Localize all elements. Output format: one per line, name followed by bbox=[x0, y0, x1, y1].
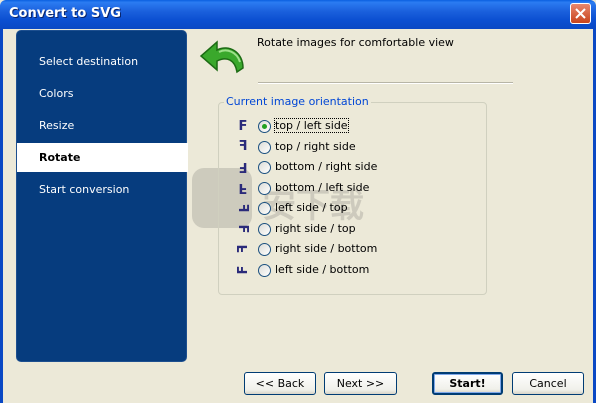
window-title: Convert to SVG bbox=[9, 6, 121, 21]
orientation-radio[interactable] bbox=[258, 120, 271, 133]
sidebar-item-select-destination[interactable]: Select destination bbox=[17, 47, 188, 76]
back-button-label: << Back bbox=[255, 377, 305, 390]
sidebar-item-colors[interactable]: Colors bbox=[17, 79, 188, 108]
orientation-radio-label[interactable]: top / left side bbox=[274, 118, 349, 133]
orientation-glyph-icon: F bbox=[238, 159, 248, 175]
orientation-glyph-icon: F bbox=[238, 180, 248, 195]
header-text: Rotate images for comfortable view bbox=[257, 36, 454, 49]
orientation-glyph-icon: F bbox=[235, 244, 251, 254]
next-button[interactable]: Next >> bbox=[324, 372, 397, 395]
cancel-button[interactable]: Cancel bbox=[512, 372, 584, 395]
header-divider bbox=[258, 82, 513, 84]
green-rotate-arrow-icon bbox=[199, 40, 244, 74]
orientation-glyph-icon: F bbox=[238, 118, 248, 134]
orientation-radio-label[interactable]: right side / top bbox=[275, 222, 356, 235]
orientation-radio[interactable] bbox=[258, 222, 271, 236]
sidebar-item-label: Start conversion bbox=[39, 183, 130, 196]
orientation-glyph-icon: F bbox=[235, 265, 251, 274]
orientation-radio[interactable] bbox=[258, 140, 271, 154]
back-button[interactable]: << Back bbox=[244, 372, 316, 395]
sidebar-item-label: Rotate bbox=[39, 151, 81, 164]
sidebar: Select destination Colors Resize Rotate … bbox=[16, 30, 188, 362]
sidebar-item-resize[interactable]: Resize bbox=[17, 111, 188, 140]
sidebar-item-start-conversion[interactable]: Start conversion bbox=[17, 175, 188, 204]
orientation-radio[interactable] bbox=[258, 243, 271, 256]
orientation-radio[interactable] bbox=[258, 181, 271, 195]
next-button-label: Next >> bbox=[336, 377, 385, 390]
close-icon bbox=[575, 8, 586, 19]
orientation-radio-label[interactable]: left side / bottom bbox=[275, 263, 369, 276]
sidebar-item-label: Resize bbox=[39, 119, 75, 132]
orientation-radio[interactable] bbox=[258, 263, 271, 277]
sidebar-item-label: Select destination bbox=[39, 55, 139, 68]
start-button-label: Start! bbox=[449, 377, 486, 390]
orientation-radio-label[interactable]: top / right side bbox=[275, 140, 356, 153]
sidebar-item-label: Colors bbox=[39, 87, 74, 100]
orientation-radio[interactable] bbox=[258, 202, 271, 215]
cancel-button-label: Cancel bbox=[529, 377, 567, 390]
orientation-radio[interactable] bbox=[258, 161, 271, 174]
orientation-radio-label[interactable]: right side / bottom bbox=[275, 242, 377, 255]
orientation-glyph-icon: F bbox=[235, 203, 251, 213]
title-bar: Convert to SVG bbox=[0, 0, 596, 29]
orientation-legend: Current image orientation bbox=[224, 95, 371, 108]
orientation-radio-label[interactable]: left side / top bbox=[275, 201, 348, 214]
sidebar-item-rotate[interactable]: Rotate bbox=[17, 143, 188, 172]
orientation-radio-label[interactable]: bottom / left side bbox=[275, 181, 369, 194]
orientation-glyph-icon: F bbox=[238, 139, 248, 154]
orientation-radio-label[interactable]: bottom / right side bbox=[275, 160, 377, 173]
close-button[interactable] bbox=[570, 3, 591, 24]
start-button[interactable]: Start! bbox=[432, 372, 503, 395]
orientation-glyph-icon: F bbox=[235, 224, 251, 233]
